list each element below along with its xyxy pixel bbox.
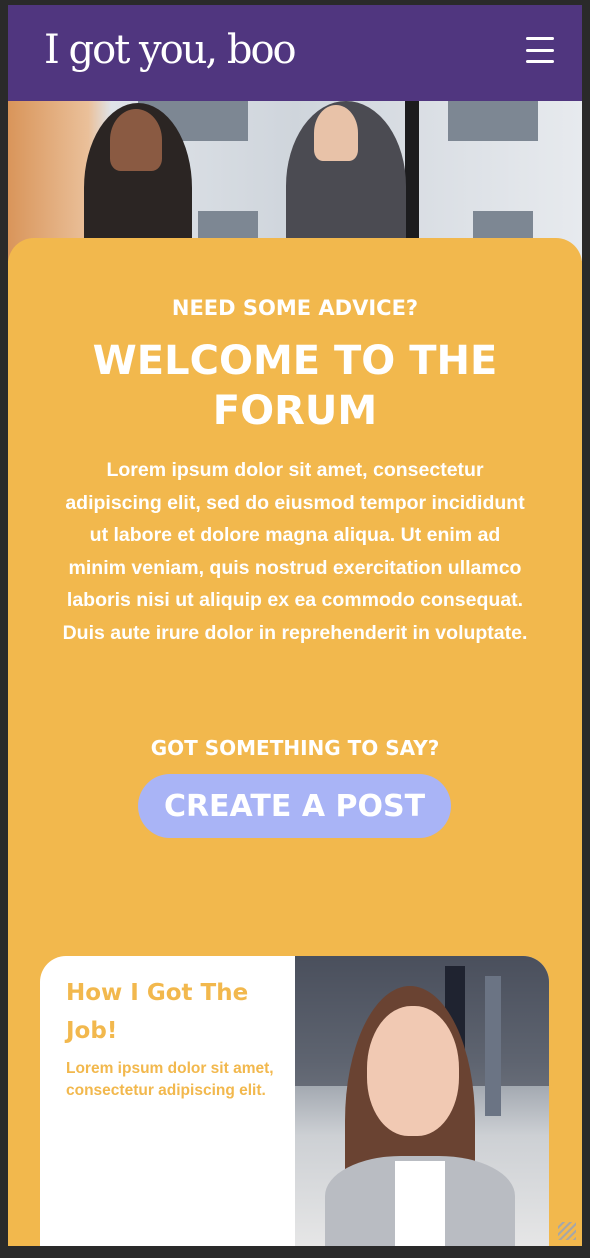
resize-grip-icon[interactable]: [558, 1222, 576, 1240]
window-pane: [198, 211, 258, 241]
hero-photo: [8, 101, 582, 261]
page-title: WELCOME TO THE FORUM: [92, 338, 498, 434]
advice-eyebrow: NEED SOME ADVICE?: [171, 296, 419, 320]
window-pane: [448, 101, 538, 141]
person-left-face: [110, 109, 162, 171]
hamburger-menu-icon[interactable]: [526, 37, 554, 63]
create-post-button[interactable]: CREATE A POST: [138, 774, 451, 838]
post-card-photo: [295, 956, 549, 1246]
menu-bar: [526, 60, 554, 63]
post-card[interactable]: How I Got The Job! Lorem ipsum dolor sit…: [40, 956, 549, 1246]
subject-face: [367, 1006, 459, 1136]
book: [485, 976, 501, 1116]
person-right-face: [314, 105, 358, 161]
app-frame: I got you, boo NEED SOME ADVICE? WELCOME…: [8, 5, 582, 1246]
post-card-title[interactable]: How I Got The Job!: [66, 974, 276, 1050]
cta-label: GOT SOMETHING TO SAY?: [150, 736, 440, 760]
window-frame: [405, 101, 419, 261]
menu-bar: [526, 37, 554, 40]
subject-collar: [395, 1161, 445, 1246]
intro-paragraph: Lorem ipsum dolor sit amet, consectetur …: [62, 459, 528, 644]
post-card-excerpt: Lorem ipsum dolor sit amet, consectetur …: [66, 1060, 274, 1099]
menu-bar: [526, 48, 554, 52]
window-pane: [473, 211, 533, 241]
site-header: I got you, boo: [8, 5, 582, 101]
site-logo[interactable]: I got you, boo: [44, 27, 297, 73]
